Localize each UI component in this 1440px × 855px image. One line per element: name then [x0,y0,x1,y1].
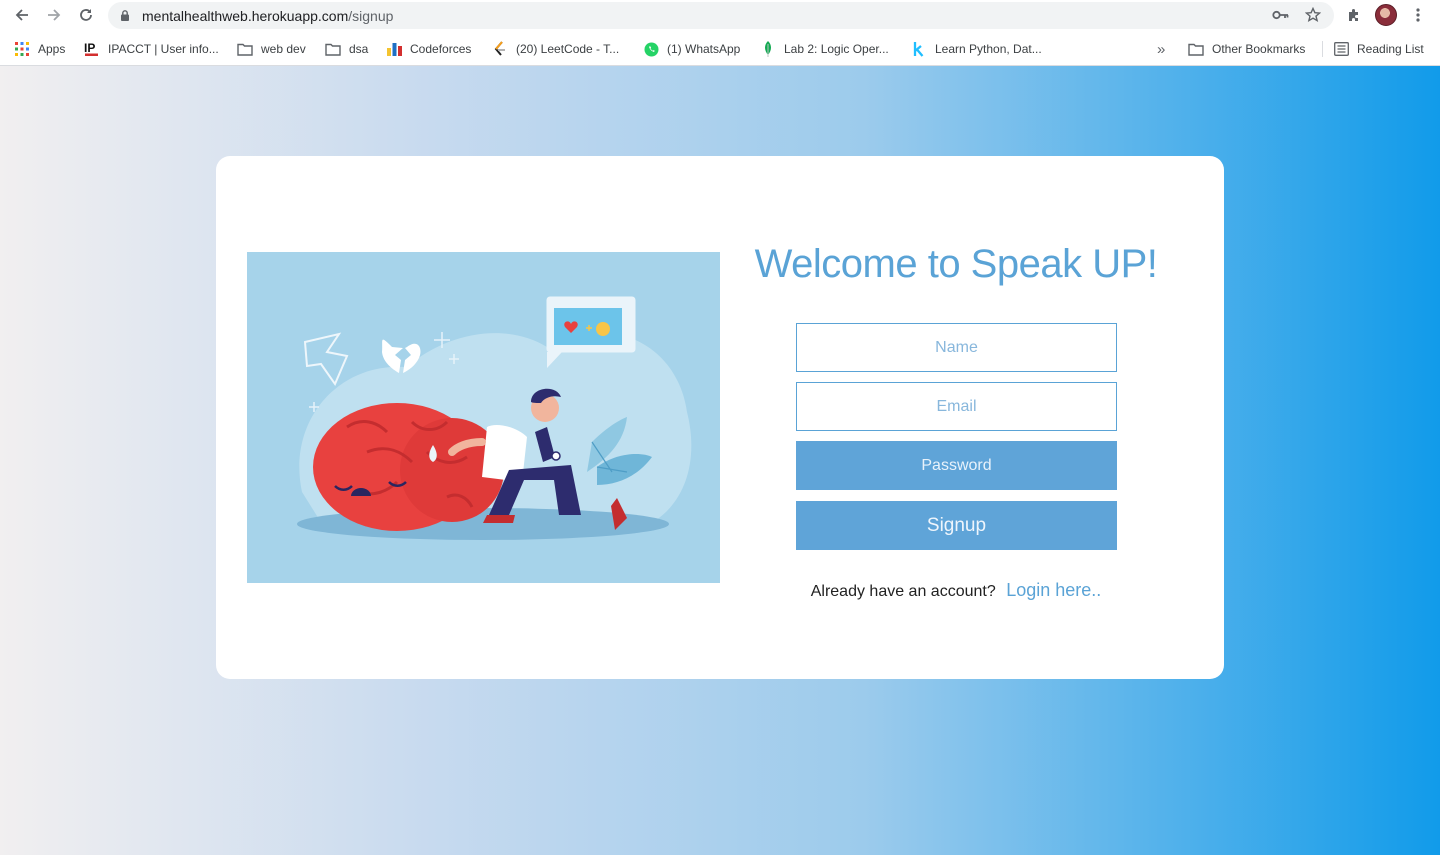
bookmarks-bar: Apps IP IPACCT | User info... web dev ds… [0,31,1440,66]
bookmark-kaggle[interactable]: Learn Python, Dat... [911,40,1042,58]
bookmark-label: dsa [349,42,369,56]
folder-icon [325,41,341,57]
puzzle-icon [1349,9,1358,21]
welcome-title: Welcome to Speak UP! [754,242,1158,286]
url-text[interactable]: mentalhealthweb.herokuapp.com/signup [142,8,393,24]
folder-icon [1188,41,1204,57]
bookmark-apps[interactable]: Apps [14,40,65,58]
bookmarks-divider [1322,41,1323,57]
back-arrow-icon [15,9,28,21]
chevron-double-right-icon: » [1157,40,1166,58]
login-prompt: Already have an account? Login here.. [736,580,1176,601]
bookmark-label: Lab 2: Logic Oper... [784,42,889,56]
bookmark-label: Reading List [1357,42,1424,56]
signup-card: Welcome to Speak UP! Signup Already have… [216,156,1224,679]
name-input[interactable] [796,323,1117,372]
apps-grid-icon [14,41,30,57]
bookmark-label: web dev [261,42,306,56]
login-link[interactable]: Login here.. [1006,580,1101,600]
bookmark-label: Other Bookmarks [1212,42,1306,56]
bookmark-label: Codeforces [410,42,472,56]
folder-icon [237,41,253,57]
svg-text:IP: IP [84,41,95,55]
bookmark-label: (1) WhatsApp [667,42,741,56]
bookmark-label: Apps [38,42,66,56]
reload-button[interactable] [75,4,97,26]
more-vertical-icon [1416,8,1420,22]
forward-arrow-icon [48,9,61,21]
bookmark-folder-dsa[interactable]: dsa [325,40,368,58]
forward-button[interactable] [43,4,65,26]
extensions-button[interactable] [1343,4,1365,26]
bookmark-codeforces[interactable]: Codeforces [386,40,471,58]
kaggle-k-icon [911,41,927,57]
mental-health-illustration [247,252,720,583]
bookmark-folder-web-dev[interactable]: web dev [237,40,306,58]
star-bookmark-icon[interactable] [1305,7,1321,23]
page-background: Welcome to Speak UP! Signup Already have… [0,66,1440,855]
back-button[interactable] [11,4,33,26]
address-bar[interactable]: mentalhealthweb.herokuapp.com/signup [108,2,1334,29]
brain-and-man-illustration [297,296,692,540]
url-host: mentalhealthweb.herokuapp.com [142,8,349,24]
reading-list-button[interactable]: Reading List [1333,40,1424,58]
reload-icon [80,9,92,21]
leetcode-icon [492,41,508,57]
bookmark-label: Learn Python, Dat... [935,42,1042,56]
bookmarks-overflow-button[interactable]: » [1157,40,1165,58]
bookmark-lab2[interactable]: Lab 2: Logic Oper... [760,40,889,58]
bookmark-label: IPACCT | User info... [108,42,219,56]
bookmark-label: (20) LeetCode - T... [516,42,620,56]
browser-menu-button[interactable] [1407,4,1429,26]
bookmark-other-bookmarks[interactable]: Other Bookmarks [1188,40,1305,58]
bookmark-ipacct[interactable]: IP IPACCT | User info... [84,40,219,58]
codeforces-icon [386,41,402,57]
browser-toolbar: mentalhealthweb.herokuapp.com/signup [0,0,1440,31]
key-icon[interactable] [1272,10,1290,20]
signup-button[interactable]: Signup [796,501,1117,550]
bookmark-leetcode[interactable]: (20) LeetCode - T... [492,40,619,58]
already-have-account-text: Already have an account? [810,583,996,600]
bookmark-whatsapp[interactable]: (1) WhatsApp [643,40,740,58]
whatsapp-icon [643,41,659,57]
mongodb-leaf-icon [760,41,776,57]
email-input[interactable] [796,382,1117,431]
url-path: /signup [348,8,394,24]
lock-icon[interactable] [120,9,130,22]
profile-avatar[interactable] [1375,4,1397,26]
reading-list-icon [1333,41,1349,57]
password-input[interactable] [796,441,1117,490]
ipacct-logo-icon: IP [84,41,100,57]
